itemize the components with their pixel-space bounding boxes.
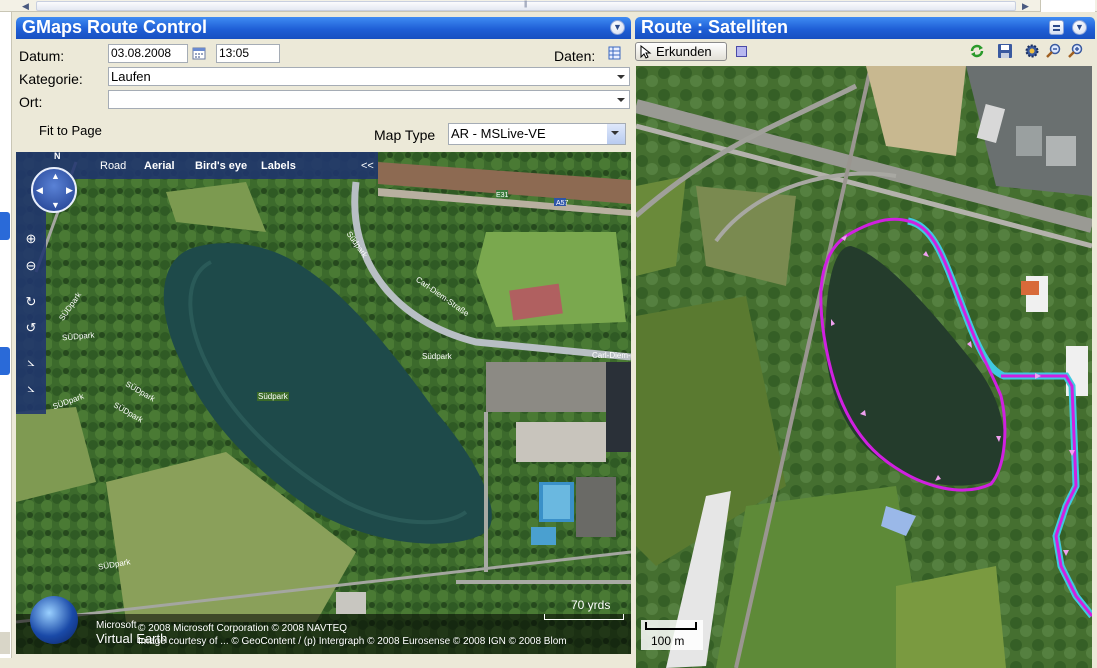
map-type-label: Map Type xyxy=(374,127,436,143)
daten-label: Daten: xyxy=(554,48,596,64)
aerial-imagery xyxy=(16,152,631,654)
zoom-in-icon[interactable] xyxy=(1068,43,1084,59)
ort-label: Ort: xyxy=(19,94,43,110)
settings-gear-icon[interactable] xyxy=(1024,43,1040,59)
aerial-map[interactable]: Südpark Südpark SÜDpark SÜDpark SÜDpark … xyxy=(16,152,631,654)
map-tools-sidebar: ⊕ ⊖ ↻ ↺ ⦣ ⦣ xyxy=(16,179,46,414)
ort-select[interactable] xyxy=(108,90,630,109)
scale-bar xyxy=(544,614,624,620)
brand-microsoft: Microsoft xyxy=(96,620,137,631)
panel-title: GMaps Route Control xyxy=(22,17,207,37)
copyright-line: Image courtesy of ... © GeoContent / (p)… xyxy=(138,636,567,647)
chevron-down-icon[interactable]: ▼ xyxy=(610,20,625,35)
scale-bar xyxy=(645,622,697,630)
minimize-icon[interactable] xyxy=(1049,20,1064,35)
collapse-icon[interactable]: << xyxy=(361,160,374,172)
sidebar-tab[interactable] xyxy=(0,212,10,240)
chevron-down-icon[interactable]: ▼ xyxy=(1072,20,1087,35)
map-mode-birds-eye[interactable]: Bird's eye xyxy=(195,160,247,172)
map-label: Südpark xyxy=(422,352,452,361)
scale-indicator: 100 m xyxy=(641,620,703,650)
refresh-icon[interactable] xyxy=(969,43,985,59)
map-footer: Microsoft Virtual Earth © 2008 Microsoft… xyxy=(16,596,631,654)
tilt-up-icon[interactable]: ⦣ xyxy=(24,355,38,369)
fit-to-page-link[interactable]: Fit to Page xyxy=(39,123,102,138)
road-label: E31 xyxy=(496,192,509,199)
rotate-right-icon[interactable]: ↻ xyxy=(24,295,38,309)
satellite-map[interactable]: 100 m xyxy=(636,66,1092,668)
rotate-left-icon[interactable]: ↺ xyxy=(24,321,38,335)
data-table-icon[interactable] xyxy=(608,46,622,60)
scale-label: 70 yrds xyxy=(571,598,611,612)
zoom-out-icon[interactable]: ⊖ xyxy=(24,259,38,273)
map-type-select[interactable]: AR - MSLive-VE xyxy=(448,123,626,145)
zoom-in-icon[interactable]: ⊕ xyxy=(24,232,38,246)
copyright-line: © 2008 Microsoft Corporation © 2008 NAVT… xyxy=(138,623,348,634)
kategorie-select[interactable]: Laufen xyxy=(108,67,630,86)
map-label: Südpark xyxy=(257,392,289,401)
map-mode-road[interactable]: Road xyxy=(100,160,126,172)
scroll-right-icon[interactable]: ▶ xyxy=(1022,1,1032,11)
map-type-value: AR - MSLive-VE xyxy=(451,126,546,141)
panel-title: Route : Satelliten xyxy=(641,17,789,37)
kategorie-value: Laufen xyxy=(111,69,151,84)
map-mode-labels[interactable]: Labels xyxy=(261,160,296,172)
scroll-left-icon[interactable]: ◀ xyxy=(22,1,32,11)
cursor-icon xyxy=(640,45,652,59)
chevron-down-icon[interactable] xyxy=(613,68,629,85)
explore-button[interactable]: Erkunden xyxy=(635,42,727,61)
scale-label: 100 m xyxy=(651,634,685,648)
chevron-down-icon[interactable] xyxy=(607,124,625,144)
select-square-icon[interactable] xyxy=(736,46,747,57)
date-field[interactable]: 03.08.2008 xyxy=(108,44,188,63)
panel-header: Route : Satelliten ▼ xyxy=(635,17,1095,39)
datum-label: Datum: xyxy=(19,48,65,64)
left-sidebar-sliver xyxy=(0,12,12,658)
scrollbar-grip-icon: ||| xyxy=(524,1,527,8)
route-satellite-panel: Route : Satelliten ▼ Erkunden 100 m xyxy=(635,17,1095,668)
zoom-out-icon[interactable] xyxy=(1046,43,1062,59)
chevron-down-icon[interactable] xyxy=(613,91,629,108)
satellite-imagery xyxy=(636,66,1092,668)
sidebar-tab[interactable] xyxy=(0,347,10,375)
compass-icon[interactable]: ▲ ▼ ◀ ▶ xyxy=(31,167,77,213)
map-mode-aerial[interactable]: Aerial xyxy=(144,160,175,172)
compass-north-label: N xyxy=(54,152,61,161)
street-label: Carl-Diem- xyxy=(592,351,631,360)
time-field[interactable]: 13:05 xyxy=(216,44,280,63)
sidebar-tab[interactable] xyxy=(0,632,10,654)
save-icon[interactable] xyxy=(997,43,1013,59)
kategorie-label: Kategorie: xyxy=(19,71,83,87)
panel-header: GMaps Route Control ▼ xyxy=(16,17,631,39)
globe-logo-icon xyxy=(30,596,78,644)
calendar-icon[interactable] xyxy=(192,46,206,60)
horizontal-scrollbar[interactable]: ◀ ||| ▶ xyxy=(0,0,1097,12)
tilt-down-icon[interactable]: ⦣ xyxy=(24,381,38,395)
explore-button-label: Erkunden xyxy=(656,44,712,59)
road-label: A57 xyxy=(556,200,569,207)
window-corner xyxy=(1040,0,1095,12)
